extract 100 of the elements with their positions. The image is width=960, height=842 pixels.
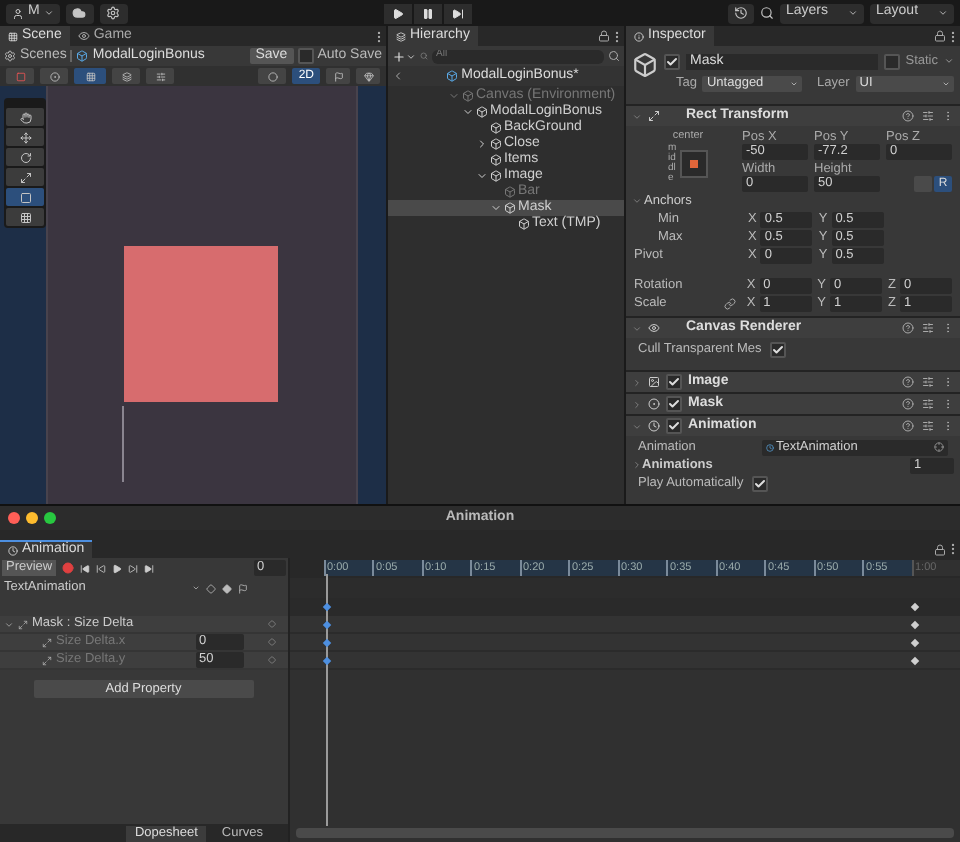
checkbox[interactable] xyxy=(751,475,768,491)
horizontal-scrollbar[interactable] xyxy=(295,828,954,838)
search-icon xyxy=(420,52,428,60)
lock-icon[interactable] xyxy=(934,30,946,42)
rect-transform-icon xyxy=(18,619,28,629)
square-icon xyxy=(15,71,25,81)
search-icon[interactable] xyxy=(760,6,774,20)
cube-icon xyxy=(518,218,530,230)
rotate-tool-icon xyxy=(19,151,31,163)
transform-tool-icon xyxy=(19,211,31,223)
keyframe-icon[interactable] xyxy=(910,602,920,612)
keyframe-icon[interactable] xyxy=(322,638,332,648)
checkbox[interactable] xyxy=(297,48,314,64)
add-event-icon[interactable] xyxy=(238,583,248,593)
first-key-icon[interactable] xyxy=(80,563,91,573)
checkbox[interactable] xyxy=(666,374,682,390)
minimize-window-icon[interactable] xyxy=(26,512,38,524)
checkbox[interactable] xyxy=(769,341,786,357)
image-icon xyxy=(648,376,660,388)
snap-dropdown[interactable] xyxy=(112,68,140,84)
keyframe-icon[interactable] xyxy=(322,620,332,630)
lock-icon[interactable] xyxy=(598,30,610,42)
pause-icon xyxy=(421,7,434,19)
scene-search-icon[interactable] xyxy=(608,50,620,62)
checkbox[interactable] xyxy=(664,53,680,69)
previous-key-icon[interactable] xyxy=(96,563,107,573)
lock-icon[interactable] xyxy=(934,543,946,555)
caret-icon[interactable] xyxy=(944,56,954,66)
hand-tool-button[interactable] xyxy=(6,108,44,126)
step-icon xyxy=(451,7,464,19)
transform-tool-button[interactable] xyxy=(6,208,44,226)
last-key-icon[interactable] xyxy=(144,563,155,573)
zoom-window-icon[interactable] xyxy=(44,512,56,524)
hand-tool-icon xyxy=(19,111,31,123)
back-icon[interactable] xyxy=(392,70,404,82)
cube-icon xyxy=(504,186,516,198)
keyframe-icon[interactable] xyxy=(322,602,332,612)
play-icon[interactable] xyxy=(112,563,123,573)
audio-button[interactable] xyxy=(356,68,380,84)
move-tool-button[interactable] xyxy=(6,128,44,146)
presets-icon[interactable] xyxy=(922,322,934,334)
rect-tool-icon xyxy=(19,191,31,203)
close-window-icon[interactable] xyxy=(8,512,20,524)
caret-icon xyxy=(938,8,948,18)
play-button[interactable] xyxy=(383,3,412,23)
record-icon[interactable] xyxy=(62,562,75,574)
keyframe-plus-icon[interactable] xyxy=(222,583,232,593)
checkbox[interactable] xyxy=(883,53,900,69)
cloud-button[interactable] xyxy=(65,3,94,23)
rotate-tool-button[interactable] xyxy=(6,148,44,166)
presets-icon[interactable] xyxy=(922,398,934,410)
caret-icon xyxy=(848,8,858,18)
play-icon xyxy=(391,7,404,19)
cube-icon xyxy=(490,170,502,182)
settings-button[interactable] xyxy=(99,3,128,23)
presets-icon[interactable] xyxy=(922,376,934,388)
help-icon[interactable] xyxy=(902,110,914,122)
rect-tool-button[interactable] xyxy=(6,188,44,206)
next-key-icon[interactable] xyxy=(128,563,139,573)
gem-icon xyxy=(363,71,373,81)
cube-icon xyxy=(490,122,502,134)
grid-dropdown[interactable] xyxy=(74,68,106,84)
help-icon[interactable] xyxy=(902,398,914,410)
add-keyframe-icon[interactable] xyxy=(206,583,216,593)
step-button[interactable] xyxy=(443,3,472,23)
pause-button[interactable] xyxy=(413,3,442,23)
info-icon xyxy=(634,31,644,41)
history-icon xyxy=(734,6,748,20)
keyframe-icon[interactable] xyxy=(910,620,920,630)
add-button[interactable] xyxy=(392,49,416,63)
picker-icon[interactable] xyxy=(934,442,944,452)
plus-icon xyxy=(392,49,406,63)
help-icon[interactable] xyxy=(902,420,914,432)
shading-dropdown[interactable] xyxy=(258,68,287,84)
lighting-button[interactable] xyxy=(326,68,350,84)
keyframe-icon[interactable] xyxy=(322,656,332,666)
rect-transform-icon xyxy=(42,655,52,665)
keyframe-icon[interactable] xyxy=(910,638,920,648)
presets-icon[interactable] xyxy=(922,110,934,122)
checkbox[interactable] xyxy=(666,396,682,412)
flag-icon xyxy=(333,71,343,81)
history-button[interactable] xyxy=(728,3,754,23)
cube-icon xyxy=(476,106,488,118)
view-dropdown[interactable] xyxy=(146,68,174,84)
move-tool-icon xyxy=(19,131,31,143)
scale-tool-button[interactable] xyxy=(6,168,44,186)
gizmo-dropdown[interactable] xyxy=(40,68,68,84)
constrain-link-icon[interactable] xyxy=(724,297,736,309)
cube-icon xyxy=(504,202,516,214)
target-icon xyxy=(648,398,660,410)
anchor-preset-button[interactable] xyxy=(680,150,708,178)
help-icon[interactable] xyxy=(902,322,914,334)
eye-icon xyxy=(77,30,90,42)
help-icon[interactable] xyxy=(902,376,914,388)
presets-icon[interactable] xyxy=(922,420,934,432)
caret-icon xyxy=(43,8,54,18)
keyframe-icon[interactable] xyxy=(910,656,920,666)
target-icon xyxy=(49,71,59,81)
checkbox[interactable] xyxy=(666,418,682,434)
circle-icon xyxy=(267,71,278,81)
